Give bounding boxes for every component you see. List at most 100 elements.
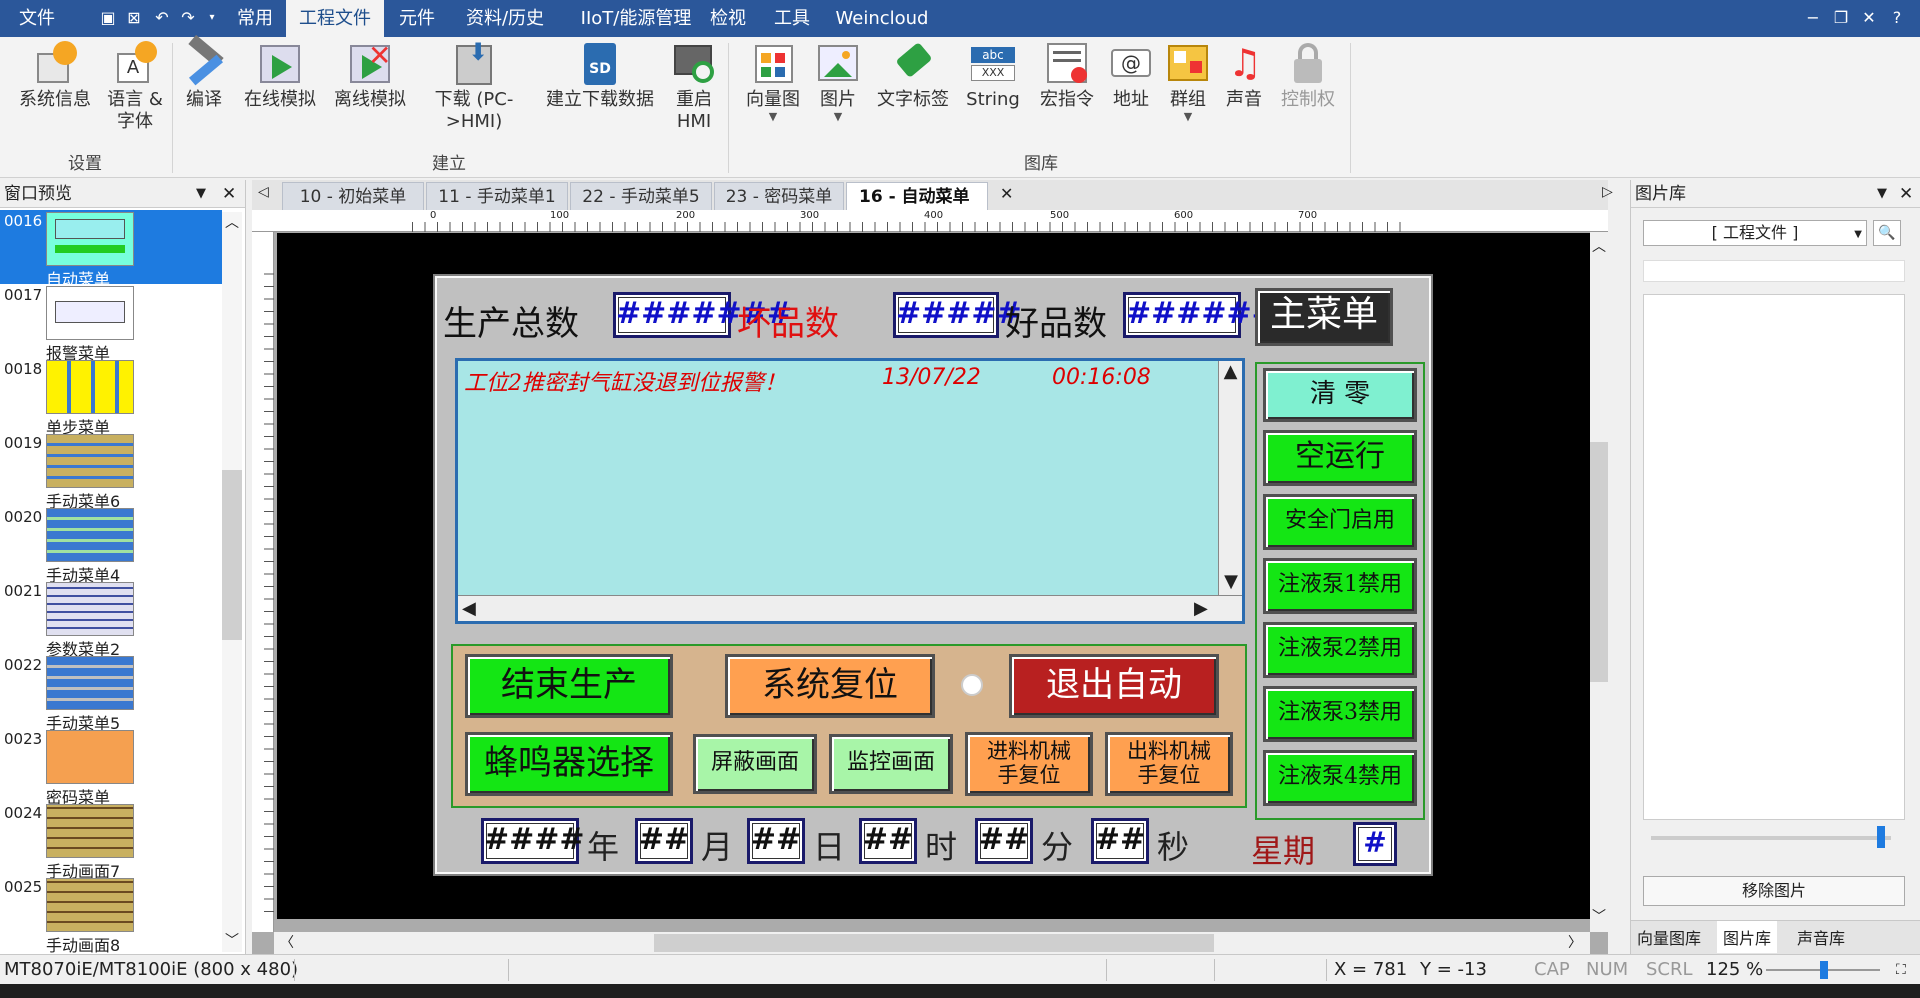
thumbnail-item[interactable]: 0017 报警菜单 [0,284,222,363]
chevron-down-icon[interactable]: ﹀ [225,930,239,950]
clear-button[interactable]: 清 零 [1263,368,1417,422]
menu-project-file[interactable]: 工程文件 [286,0,384,37]
fit-view-icon[interactable]: ⛶ [1896,955,1906,985]
buzzer-select-button[interactable]: 蜂鸣器选择 [465,732,673,796]
zoom-slider-thumb[interactable] [1820,961,1828,979]
alarm-vertical-scrollbar[interactable]: ▲ ▼ [1218,361,1242,595]
menu-components[interactable]: 元件 [392,0,442,37]
zoom-slider[interactable] [1766,961,1880,979]
alarm-horizontal-scrollbar[interactable]: ◀ ▶ [458,595,1242,621]
online-sim-button[interactable]: 在线模拟 [240,41,320,111]
restart-hmi-button[interactable]: 重启 HMI [668,41,720,133]
thumbnail-item[interactable]: 0025 手动画面8 [0,876,222,955]
thumbnail-size-slider[interactable] [1651,826,1891,848]
text-label-button[interactable]: 文字标签 [874,41,952,111]
thumbnail-item[interactable]: 0022 手动菜单5 [0,654,222,733]
redo-icon[interactable]: ↷ [178,8,198,28]
pump2-disable-button[interactable]: 注液泵2禁用 [1263,622,1417,678]
thumbnail-item[interactable]: 0023 密码菜单 [0,728,222,807]
window-icon[interactable]: ⊠ [124,8,144,28]
tab-picture-library[interactable]: 图片库 [1717,921,1778,953]
restore-icon[interactable]: ❐ [1830,7,1852,29]
defect-count-value[interactable]: ##### [893,292,1022,338]
minimize-icon[interactable]: − [1802,7,1824,29]
thumbnail-item[interactable]: 0016 自动菜单 [0,210,222,289]
left-arrow-icon[interactable]: ◀ [462,598,476,619]
infeed-robot-reset-button[interactable]: 进料机械 手复位 [965,732,1093,796]
monitor-screen-button[interactable]: 监控画面 [829,734,953,794]
dry-run-button[interactable]: 空运行 [1263,430,1417,486]
menu-weincloud[interactable]: Weincloud [830,0,934,37]
up-arrow-icon[interactable]: ▲ [1219,361,1242,382]
menu-common[interactable]: 常用 [226,0,284,37]
chevron-left-icon[interactable]: 〈 [280,932,294,952]
day-value[interactable]: ## [747,818,805,864]
year-value[interactable]: #### [481,818,585,864]
chevron-down-icon[interactable]: ▼ [1877,180,1887,208]
close-tab-icon[interactable]: ✕ [1000,184,1013,203]
editor-vertical-scrollbar[interactable]: ︿ ﹀ [1590,232,1608,932]
compile-button[interactable]: 编译 [178,34,230,111]
down-arrow-icon[interactable]: ▼ [1219,571,1243,592]
picture-list[interactable] [1643,294,1905,820]
thumbnail-item[interactable]: 0020 手动菜单4 [0,506,222,585]
shield-screen-button[interactable]: 屏蔽画面 [693,734,817,794]
tab-password-menu[interactable]: 23 - 密码菜单 [714,182,844,210]
weekday-value[interactable]: # [1353,822,1397,866]
tab-initial-menu[interactable]: 10 - 初始菜单 [282,182,424,210]
thumbnail-item[interactable]: 0018 单步菜单 [0,358,222,437]
menu-data-history[interactable]: 资料/历史 [456,0,554,37]
picture-button[interactable]: 图片 ▼ [812,41,864,123]
tab-vector-library[interactable]: 向量图库 [1637,925,1701,949]
thumbnail-item[interactable]: 0024 手动画面7 [0,802,222,881]
main-menu-button[interactable]: 主菜单 [1255,288,1393,346]
minute-value[interactable]: ## [975,818,1033,864]
menu-view[interactable]: 检视 [704,0,752,37]
scrollbar-thumb[interactable] [1590,442,1608,682]
pump1-disable-button[interactable]: 注液泵1禁用 [1263,558,1417,614]
tab-manual-menu-1[interactable]: 11 - 手动菜单1 [426,182,568,210]
remove-picture-button[interactable]: 移除图片 [1643,876,1905,906]
chevron-up-icon[interactable]: ︿ [225,212,239,232]
close-icon[interactable]: ✕ [1858,7,1880,29]
chevron-up-icon[interactable]: ︿ [1592,236,1606,256]
outfeed-robot-reset-button[interactable]: 出料机械 手复位 [1105,732,1233,796]
download-button[interactable]: ⬇ 下载 (PC- >HMI) [428,40,520,133]
close-icon[interactable]: ✕ [1899,180,1913,208]
address-button[interactable]: @ 地址 [1106,41,1156,111]
vertical-scrollbar[interactable]: ︿ ﹀ [222,212,242,952]
quick-access-dropdown-icon[interactable]: ▾ [202,8,222,28]
search-icon[interactable]: 🔍 [1873,220,1901,246]
sound-button[interactable]: ♫ 声音 [1218,41,1270,111]
editor-horizontal-scrollbar[interactable]: 〈 〉 [274,932,1590,954]
month-value[interactable]: ## [635,818,693,864]
system-info-button[interactable]: 系统信息 [14,41,96,111]
tab-auto-menu[interactable]: 16 - 自动菜单 [846,182,988,210]
undo-icon[interactable]: ↶ [152,8,172,28]
total-production-value[interactable]: ####### [613,292,792,338]
tab-sound-library[interactable]: 声音库 [1797,925,1845,949]
second-value[interactable]: ## [1091,818,1149,864]
tab-scroll-right-icon[interactable]: ▷ [1602,184,1613,200]
thumbnail-item[interactable]: 0021 参数菜单2 [0,580,222,659]
right-arrow-icon[interactable]: ▶ [1194,598,1208,619]
menu-iiot[interactable]: IIoT/能源管理 [566,0,706,37]
save-icon[interactable]: ▣ [98,8,118,28]
tab-scroll-left-icon[interactable]: ◁ [258,184,269,200]
scrollbar-thumb[interactable] [222,470,242,640]
chevron-down-icon[interactable]: ▼ [196,180,206,208]
library-dropdown[interactable]: [ 工程文件 ] ▼ [1643,220,1867,246]
end-production-button[interactable]: 结束生产 [465,654,673,718]
string-button[interactable]: abc XXX String [962,41,1024,111]
help-icon[interactable]: ? [1886,7,1908,29]
vector-image-button[interactable]: 向量图 ▼ [738,41,808,123]
exit-auto-button[interactable]: 退出自动 [1009,654,1219,718]
menu-tools[interactable]: 工具 [768,0,816,37]
macro-button[interactable]: 宏指令 [1036,41,1098,111]
thumbnail-item[interactable]: 0019 手动菜单6 [0,432,222,511]
scrollbar-thumb[interactable] [654,934,1214,952]
offline-sim-button[interactable]: ✕ 离线模拟 [330,41,410,111]
chevron-down-icon[interactable]: ﹀ [1592,906,1606,926]
language-font-button[interactable]: A 语言 & 字体 [100,41,170,133]
control-right-button[interactable]: 控制权 [1276,41,1340,111]
